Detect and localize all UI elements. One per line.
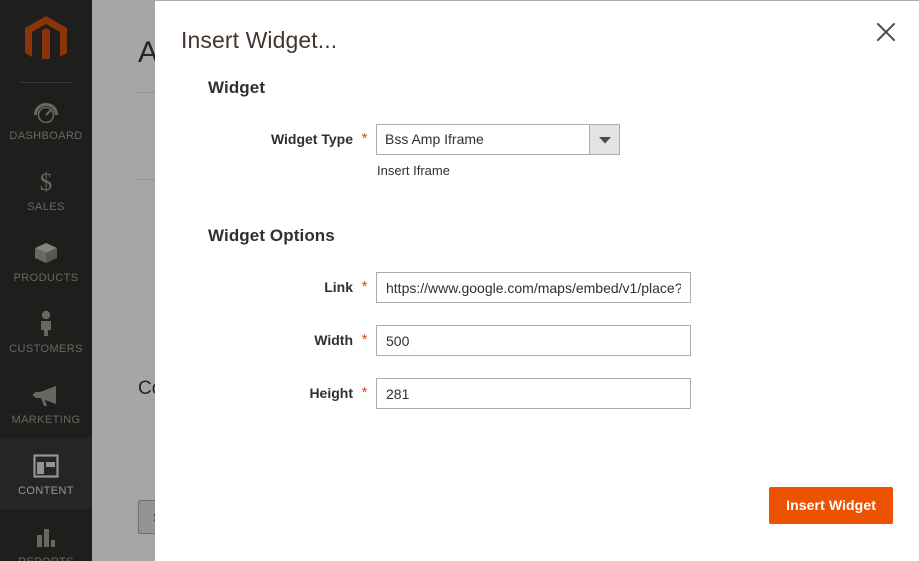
field-row-link: Link * <box>181 272 893 303</box>
field-row-height: Height * <box>181 378 893 409</box>
screen: DASHBOARD $ SALES PRODUCTS CUSTOMERS MAR… <box>0 0 919 561</box>
close-icon[interactable] <box>871 17 901 47</box>
required-marker: * <box>361 384 368 401</box>
height-input[interactable] <box>376 378 691 409</box>
required-marker: * <box>361 331 368 348</box>
insert-widget-modal: Insert Widget... Widget Widget Type * Bs… <box>155 0 919 561</box>
widget-type-select-value: Bss Amp Iframe <box>376 124 589 155</box>
link-label: Link <box>324 279 353 295</box>
modal-title: Insert Widget... <box>181 27 338 53</box>
close-icon-glyph <box>877 23 895 41</box>
modal-body: Widget Widget Type * Bss Amp Iframe Inse… <box>155 78 919 409</box>
field-row-widget-type: Widget Type * Bss Amp Iframe Insert Ifra… <box>181 124 893 178</box>
width-label: Width <box>314 332 353 348</box>
widget-type-control: Bss Amp Iframe Insert Iframe <box>376 124 620 178</box>
section-heading-widget-options: Widget Options <box>208 226 335 245</box>
widget-type-note: Insert Iframe <box>377 163 450 178</box>
width-control <box>376 325 691 356</box>
widget-type-label: Widget Type <box>270 131 353 147</box>
link-control <box>376 272 691 303</box>
chevron-down-icon-glyph <box>598 136 611 143</box>
section-heading-widget: Widget <box>208 78 266 97</box>
required-marker: * <box>361 130 368 147</box>
insert-widget-button[interactable]: Insert Widget <box>769 487 893 524</box>
field-row-width: Width * <box>181 325 893 356</box>
height-control <box>376 378 691 409</box>
modal-footer: Insert Widget <box>155 487 919 524</box>
required-marker: * <box>361 278 368 295</box>
widget-type-select[interactable]: Bss Amp Iframe <box>376 124 620 155</box>
link-input[interactable] <box>376 272 691 303</box>
width-input[interactable] <box>376 325 691 356</box>
height-label: Height <box>309 385 353 401</box>
chevron-down-icon[interactable] <box>589 124 620 155</box>
